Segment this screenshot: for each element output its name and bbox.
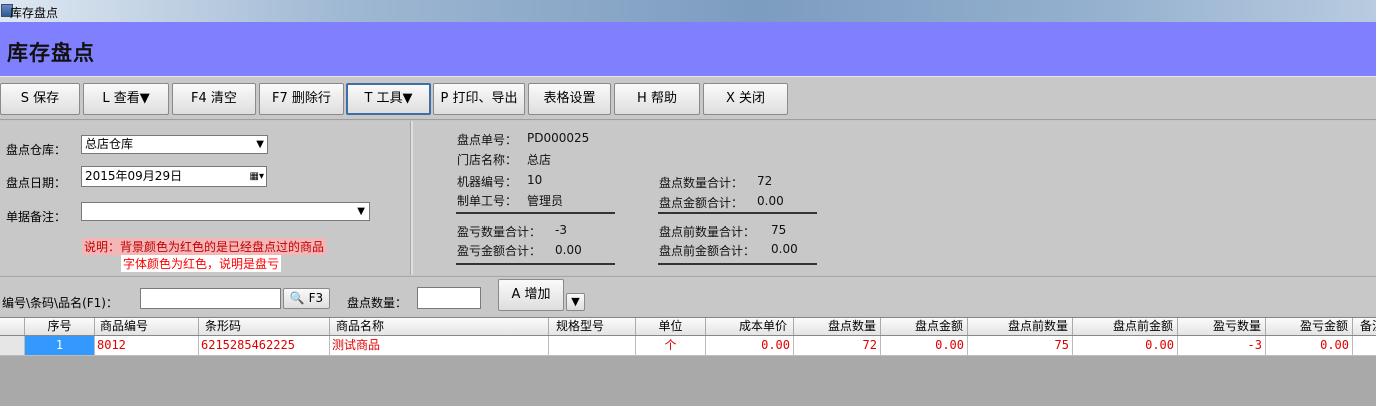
calendar-icon[interactable]: ▦▾ [250, 167, 264, 186]
operator-label: 制单工号： [457, 194, 518, 208]
before-qty-label: 盘点前数量合计： [659, 225, 756, 239]
help-button[interactable]: H 帮助 [614, 83, 700, 115]
search-label: 编号\条码\品名(F1)： [2, 296, 118, 310]
warehouse-select[interactable]: 总店仓库 ▼ [81, 135, 268, 154]
chevron-down-icon: ▼ [357, 206, 365, 217]
order-no-label: 盘点单号： [457, 133, 518, 147]
table-row[interactable]: 1 8012 6215285462225 测试商品 个 0.00 72 0.00… [0, 336, 1376, 356]
search-button[interactable]: 🔍 F3 [283, 288, 330, 309]
product-code-cell[interactable]: 8012 [95, 336, 199, 355]
divider-line [456, 212, 615, 214]
before-amount-value: 0.00 [771, 242, 798, 256]
delete-row-button[interactable]: F7 删除行 [259, 83, 344, 115]
diff-amount-cell[interactable]: 0.00 [1266, 336, 1353, 355]
column-header[interactable]: 盈亏数量 [1178, 318, 1266, 335]
column-header[interactable]: 商品名称 [330, 318, 549, 335]
divider-line [658, 263, 817, 265]
unit-cell[interactable]: 个 [636, 336, 706, 355]
qty-input[interactable] [417, 287, 481, 309]
amount-total-label: 盘点金额合计： [659, 196, 744, 210]
store-label: 门店名称： [457, 153, 518, 167]
chevron-down-icon: ▼ [571, 295, 580, 308]
column-header[interactable]: 备注 [1353, 318, 1376, 335]
count-amount-cell[interactable]: 0.00 [881, 336, 968, 355]
page-title: 库存盘点 [7, 41, 95, 65]
qty-total-label: 盘点数量合计： [659, 176, 744, 190]
window-title: 库存盘点 [10, 6, 59, 20]
column-header[interactable]: 条形码 [199, 318, 330, 335]
search-input[interactable] [140, 288, 281, 309]
search-icon: 🔍 [289, 291, 305, 305]
inventory-grid: 序号 商品编号 条形码 商品名称 规格型号 单位 成本单价 盘点数量 盘点金额 … [0, 317, 1376, 406]
summary-panel: 盘点单号： PD000025 门店名称： 总店 机器编号： 10 制单工号： 管… [413, 121, 1376, 275]
amount-total-value: 0.00 [757, 194, 784, 208]
row-selector[interactable] [0, 336, 25, 355]
divider-line [456, 263, 615, 265]
before-amount-label: 盘点前金额合计： [659, 244, 756, 258]
spec-cell[interactable] [549, 336, 636, 355]
column-header[interactable]: 规格型号 [549, 318, 636, 335]
diff-amount-label: 盈亏金额合计： [457, 244, 542, 258]
chevron-down-icon: ▼ [256, 139, 264, 150]
column-header[interactable]: 盘点金额 [881, 318, 968, 335]
machine-value: 10 [527, 173, 543, 187]
column-header[interactable]: 成本单价 [706, 318, 794, 335]
date-picker[interactable]: 2015年09月29日 ▦▾ [81, 166, 267, 187]
diff-qty-value: -3 [555, 223, 567, 237]
print-export-button[interactable]: P 打印、导出 [433, 83, 525, 115]
divider-line [658, 212, 817, 214]
barcode-cell[interactable]: 6215285462225 [199, 336, 330, 355]
column-header[interactable]: 盘点数量 [794, 318, 881, 335]
toolbar: S 保存 L 查看▼ F4 清空 F7 删除行 T 工具▼ P 打印、导出 表格… [0, 76, 1376, 120]
date-value: 2015年09月29日 [85, 169, 183, 183]
store-value: 总店 [527, 153, 552, 167]
remark-label: 单据备注： [6, 210, 67, 224]
row-header-corner [0, 318, 25, 335]
diff-amount-value: 0.00 [555, 243, 582, 257]
order-no-value: PD000025 [527, 131, 590, 145]
table-settings-button[interactable]: 表格设置 [528, 83, 611, 115]
date-label: 盘点日期： [6, 176, 67, 190]
remark-input[interactable]: ▼ [81, 202, 370, 221]
remark-cell[interactable] [1353, 336, 1376, 355]
operator-value: 管理员 [527, 194, 564, 208]
cost-price-cell[interactable]: 0.00 [706, 336, 794, 355]
column-header[interactable]: 盘点前数量 [968, 318, 1073, 335]
count-qty-cell[interactable]: 72 [794, 336, 881, 355]
row-number-cell[interactable]: 1 [25, 336, 95, 355]
column-header[interactable]: 单位 [636, 318, 706, 335]
warehouse-label: 盘点仓库： [6, 143, 67, 157]
machine-label: 机器编号： [457, 175, 518, 189]
tools-menu-button[interactable]: T 工具▼ [346, 83, 431, 115]
search-button-label: F3 [308, 291, 324, 305]
column-header[interactable]: 盈亏金额 [1266, 318, 1353, 335]
qty-total-value: 72 [757, 174, 773, 188]
clear-button[interactable]: F4 清空 [172, 83, 256, 115]
product-name-cell[interactable]: 测试商品 [330, 336, 549, 355]
qty-label: 盘点数量： [347, 296, 408, 310]
window-titlebar: 库存盘点 [0, 0, 1376, 22]
close-button[interactable]: X 关闭 [703, 83, 788, 115]
grid-header: 序号 商品编号 条形码 商品名称 规格型号 单位 成本单价 盘点数量 盘点金额 … [0, 317, 1376, 336]
save-button[interactable]: S 保存 [0, 83, 80, 115]
legend-note-background: 说明：背景颜色为红色的是已经盘点过的商品 [82, 238, 327, 255]
page-header: 库存盘点 [0, 22, 1376, 76]
legend-note-font: 字体颜色为红色，说明是盘亏 [121, 255, 282, 272]
form-panel: 盘点仓库： 总店仓库 ▼ 盘点日期： 2015年09月29日 ▦▾ 单据备注： … [0, 121, 410, 275]
column-header[interactable]: 序号 [25, 318, 95, 335]
column-header[interactable]: 盘点前金额 [1073, 318, 1178, 335]
diff-qty-cell[interactable]: -3 [1178, 336, 1266, 355]
search-bar: 编号\条码\品名(F1)： 🔍 F3 盘点数量： A 增加 ▼ [0, 276, 1376, 316]
add-dropdown-button[interactable]: ▼ [566, 293, 585, 311]
view-menu-button[interactable]: L 查看▼ [83, 83, 169, 115]
before-qty-value: 75 [771, 223, 787, 237]
before-amount-cell[interactable]: 0.00 [1073, 336, 1178, 355]
column-header[interactable]: 商品编号 [95, 318, 199, 335]
warehouse-value: 总店仓库 [85, 137, 134, 151]
before-qty-cell[interactable]: 75 [968, 336, 1073, 355]
add-button[interactable]: A 增加 [498, 279, 564, 311]
diff-qty-label: 盈亏数量合计： [457, 225, 542, 239]
